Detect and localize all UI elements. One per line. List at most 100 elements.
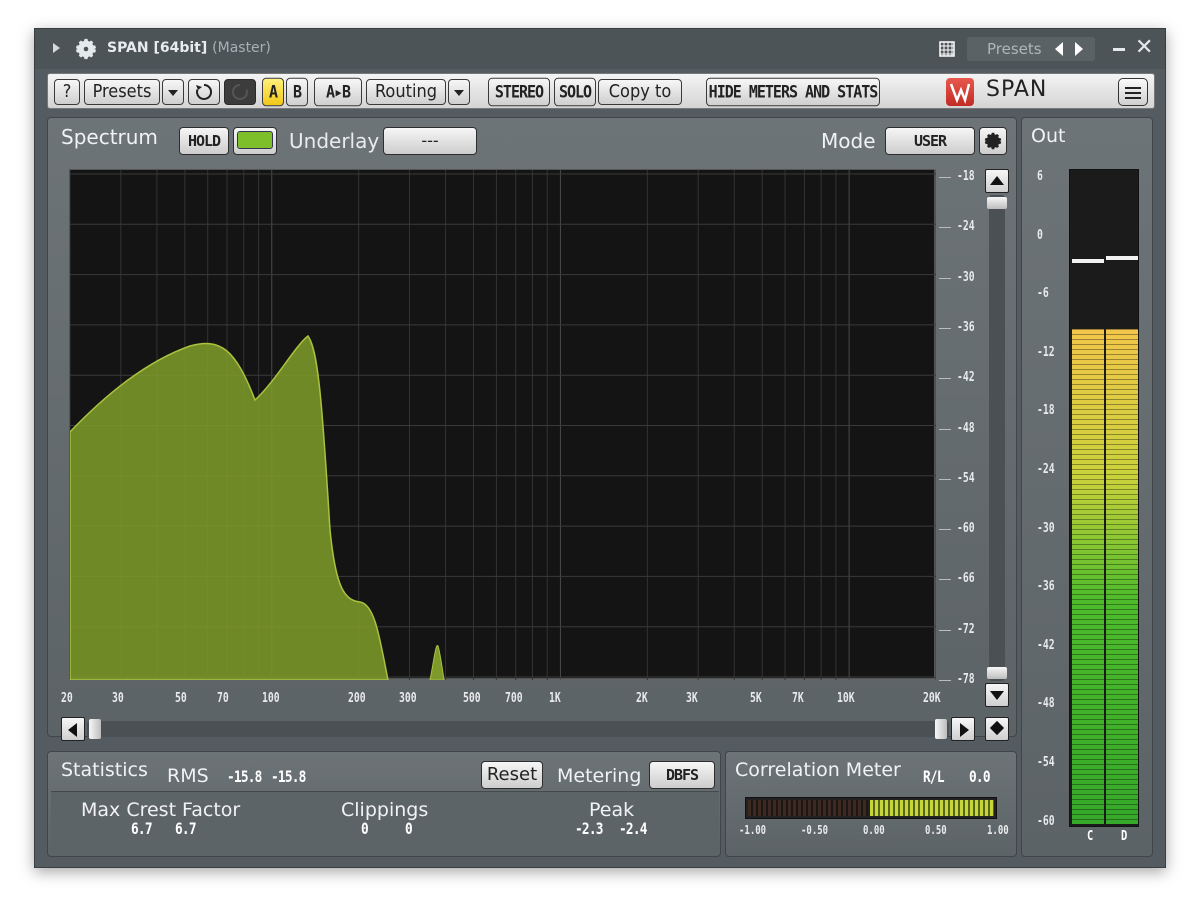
arrow-up-icon bbox=[990, 176, 1004, 185]
freq-label: 30 bbox=[111, 691, 124, 706]
arrow-down-icon bbox=[990, 691, 1004, 700]
gear-icon[interactable] bbox=[75, 38, 97, 60]
minimize-icon[interactable] bbox=[1113, 48, 1125, 51]
correlation-scale-label: -0.50 bbox=[801, 823, 829, 837]
reset-button[interactable]: Reset bbox=[481, 761, 543, 789]
meter-scale-label: -54 bbox=[1037, 755, 1055, 770]
freq-label: 3K bbox=[686, 691, 698, 706]
correlation-scale-label: -1.00 bbox=[739, 823, 767, 837]
metering-select[interactable]: DBFS bbox=[649, 761, 715, 789]
db-label: -18 bbox=[957, 169, 975, 184]
underlay-label: Underlay bbox=[289, 129, 380, 153]
vertical-scroll-handle-top[interactable] bbox=[987, 197, 1007, 209]
redo-button[interactable] bbox=[224, 79, 256, 105]
vertical-scroll-handle-bottom[interactable] bbox=[987, 667, 1007, 679]
correlation-scale-label: 0.00 bbox=[863, 823, 885, 837]
routing-dropdown-button[interactable] bbox=[448, 79, 470, 105]
horizontal-scroll-track[interactable] bbox=[87, 721, 949, 737]
logo-mark bbox=[949, 83, 971, 105]
window-title: SPAN [64bit] (Master) bbox=[107, 40, 271, 56]
presets-button[interactable]: Presets bbox=[84, 79, 160, 105]
channel-right-label: D bbox=[1121, 829, 1127, 844]
correlation-negative-zone bbox=[748, 800, 868, 816]
scroll-down-button[interactable] bbox=[985, 683, 1009, 707]
output-meter bbox=[1069, 169, 1139, 827]
horizontal-scroll-handle-right[interactable] bbox=[935, 719, 947, 739]
span-logo-text: SPAN bbox=[986, 77, 1048, 102]
toolbar: ? Presets A B A▸B Routing STEREO SOLO Co… bbox=[47, 73, 1155, 109]
meter-scale-label: -48 bbox=[1037, 696, 1055, 712]
main-menu-button[interactable] bbox=[1118, 78, 1148, 106]
metering-label: Metering bbox=[557, 765, 642, 787]
hold-button[interactable]: HOLD bbox=[179, 127, 229, 155]
presets-dropdown-button[interactable] bbox=[162, 79, 184, 105]
correlation-fill bbox=[870, 800, 994, 816]
clippings-label: Clippings bbox=[341, 799, 429, 821]
led-indicator bbox=[237, 131, 273, 149]
horizontal-scroll-handle-left[interactable] bbox=[89, 719, 101, 739]
spectrum-tab[interactable]: Spectrum bbox=[61, 125, 158, 149]
arrow-left-icon bbox=[68, 723, 77, 737]
scroll-up-button[interactable] bbox=[985, 169, 1009, 193]
grid-icon[interactable] bbox=[939, 41, 955, 57]
correlation-scale-label: 1.00 bbox=[987, 823, 1009, 837]
spectrum-curve bbox=[69, 334, 389, 681]
db-label: -24 bbox=[957, 219, 975, 235]
db-tick bbox=[939, 327, 951, 329]
plugin-name: SPAN [64bit] bbox=[107, 40, 208, 56]
clip-right-value: 0 bbox=[405, 819, 413, 838]
expand-triangle-icon[interactable] bbox=[53, 43, 60, 53]
help-button[interactable]: ? bbox=[54, 79, 80, 105]
stereo-button[interactable]: STEREO bbox=[488, 77, 550, 107]
freq-label: 70 bbox=[217, 691, 230, 706]
redo-icon bbox=[231, 83, 248, 100]
meter-scale-label: -18 bbox=[1037, 403, 1055, 419]
scroll-left-button[interactable] bbox=[61, 717, 85, 741]
meter-scale-label: -42 bbox=[1037, 637, 1055, 653]
underlay-select[interactable]: --- bbox=[383, 127, 477, 155]
db-label: -60 bbox=[957, 521, 975, 537]
db-label: -30 bbox=[957, 269, 975, 285]
state-a-button[interactable]: A bbox=[262, 77, 284, 107]
meter-scale-label: 0 bbox=[1037, 227, 1043, 243]
preset-next-icon[interactable] bbox=[1075, 42, 1083, 56]
db-label: -66 bbox=[957, 571, 975, 587]
spectrum-display[interactable] bbox=[69, 169, 937, 681]
copy-a-to-b-button[interactable]: A▸B bbox=[314, 77, 362, 107]
db-label: -54 bbox=[957, 470, 975, 486]
freq-label: 700 bbox=[504, 691, 523, 706]
routing-button[interactable]: Routing bbox=[366, 79, 446, 105]
state-b-button[interactable]: B bbox=[286, 77, 308, 107]
vertical-scroll-track[interactable] bbox=[989, 195, 1005, 681]
correlation-bar bbox=[745, 797, 997, 819]
statistics-tab[interactable]: Statistics bbox=[61, 759, 148, 781]
scroll-right-button[interactable] bbox=[951, 717, 975, 741]
close-icon[interactable]: ✕ bbox=[1135, 35, 1153, 60]
peak-hold-left bbox=[1072, 259, 1104, 264]
title-bar: SPAN [64bit] (Master) Presets ✕ bbox=[35, 29, 1165, 69]
meter-scale-label: -6 bbox=[1037, 286, 1049, 302]
preset-prev-icon[interactable] bbox=[1055, 42, 1063, 56]
solo-button[interactable]: SOLO bbox=[554, 77, 596, 107]
plugin-window: SPAN [64bit] (Master) Presets ✕ ? Preset… bbox=[34, 28, 1166, 868]
mode-select[interactable]: USER bbox=[885, 127, 975, 155]
peak-right-value: -2.4 bbox=[619, 819, 647, 838]
copy-to-button[interactable]: Copy to bbox=[598, 79, 682, 105]
hold-color-toggle[interactable] bbox=[233, 127, 277, 155]
spectrum-settings-button[interactable] bbox=[979, 127, 1007, 155]
correlation-mode-label[interactable]: R/L bbox=[923, 767, 945, 786]
peak-left-value: -2.3 bbox=[575, 819, 603, 838]
hide-meters-button[interactable]: HIDE METERS AND STATS bbox=[706, 77, 880, 107]
db-label: -48 bbox=[957, 420, 975, 436]
clip-left-value: 0 bbox=[361, 819, 369, 838]
freq-label: 500 bbox=[462, 691, 481, 706]
undo-button[interactable] bbox=[188, 79, 220, 105]
db-tick bbox=[939, 629, 951, 631]
reset-zoom-button[interactable] bbox=[985, 717, 1009, 741]
correlation-meter-tab[interactable]: Correlation Meter bbox=[735, 759, 901, 781]
freq-label: 20 bbox=[61, 691, 73, 706]
crest-left-value: 6.7 bbox=[131, 819, 153, 838]
out-tab[interactable]: Out bbox=[1031, 125, 1065, 147]
meter-scale-label: -30 bbox=[1037, 520, 1055, 536]
chevron-down-icon bbox=[454, 90, 464, 96]
